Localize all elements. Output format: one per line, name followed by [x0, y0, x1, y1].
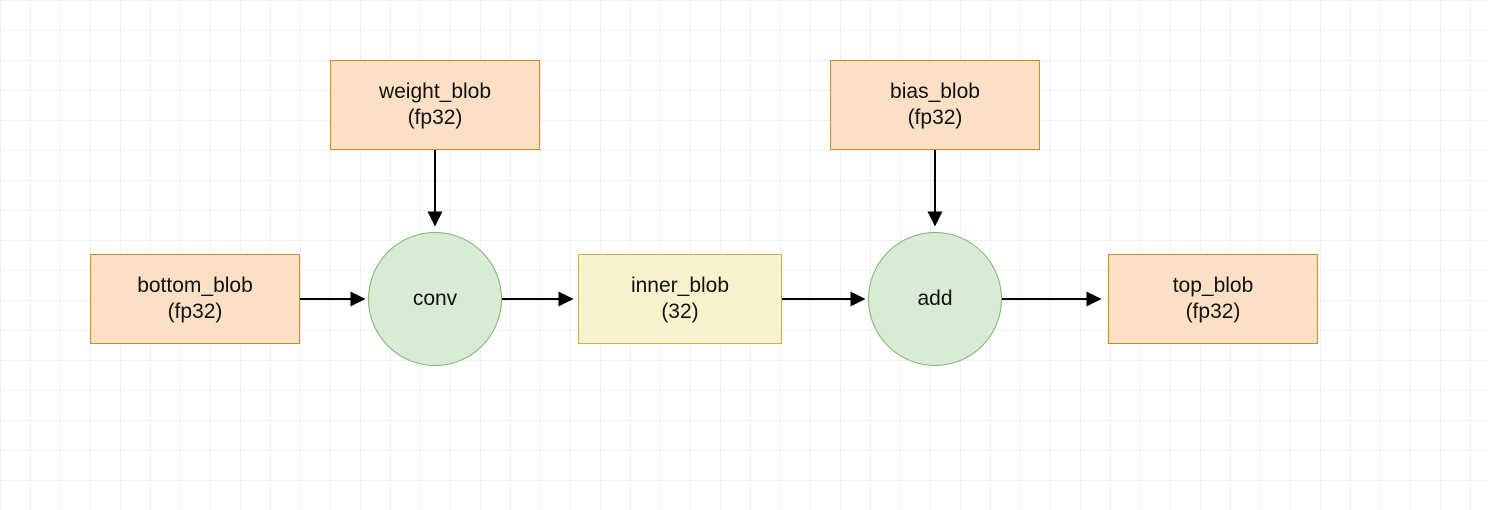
node-top-blob[interactable]: top_blob (fp32) — [1108, 254, 1318, 344]
node-inner-blob[interactable]: inner_blob (32) — [578, 254, 782, 344]
node-bias-blob[interactable]: bias_blob (fp32) — [830, 60, 1040, 150]
node-dtype: (fp32) — [168, 299, 223, 325]
node-label: add — [917, 286, 952, 312]
node-label: weight_blob — [379, 79, 491, 105]
node-dtype: (32) — [661, 299, 698, 325]
node-bottom-blob[interactable]: bottom_blob (fp32) — [90, 254, 300, 344]
diagram-canvas[interactable]: bottom_blob (fp32) weight_blob (fp32) co… — [0, 0, 1488, 510]
node-label: inner_blob — [631, 273, 729, 299]
node-conv-op[interactable]: conv — [368, 232, 502, 366]
node-label: bottom_blob — [137, 273, 253, 299]
node-label: bias_blob — [890, 79, 980, 105]
node-label: top_blob — [1173, 273, 1254, 299]
node-add-op[interactable]: add — [868, 232, 1002, 366]
node-dtype: (fp32) — [908, 105, 963, 131]
node-dtype: (fp32) — [1186, 299, 1241, 325]
node-dtype: (fp32) — [408, 105, 463, 131]
node-label: conv — [413, 286, 457, 312]
node-weight-blob[interactable]: weight_blob (fp32) — [330, 60, 540, 150]
